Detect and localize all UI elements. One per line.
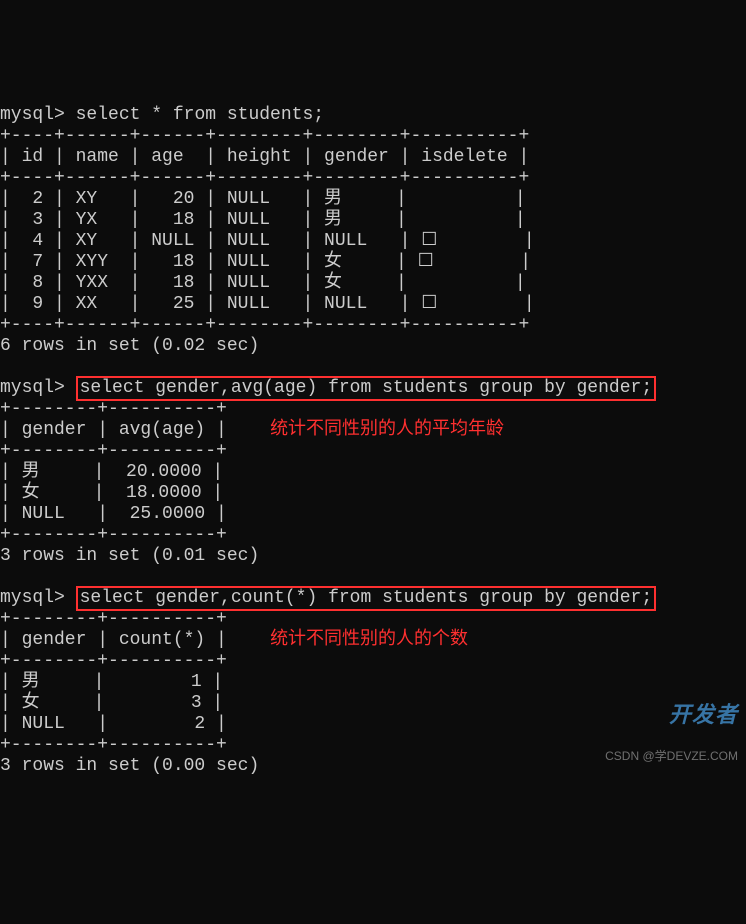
table3-row: | NULL | 2 | [0,714,227,734]
table1-row: | 2 | XY | 20 | NULL | 男 | | [0,189,526,209]
table1-sep: +----+------+------+--------+--------+--… [0,315,529,335]
table3-row: | 女 | 3 | [0,693,223,713]
table2-sep: +--------+----------+ [0,441,227,461]
query-3-highlight: select gender,count(*) from students gro… [76,586,657,611]
query-2[interactable]: select gender,avg(age) from students gro… [80,378,653,398]
table1-row: | 4 | XY | NULL | NULL | NULL | ☐ | [0,231,535,251]
query-2-highlight: select gender,avg(age) from students gro… [76,376,657,401]
table2-row: | 女 | 18.0000 | [0,483,223,503]
query-1[interactable]: select * from students; [76,105,324,125]
table3-status: 3 rows in set (0.00 sec) [0,756,259,776]
table2-row: | 男 | 20.0000 | [0,462,223,482]
mysql-prompt: mysql> [0,588,65,608]
query-3[interactable]: select gender,count(*) from students gro… [80,588,653,608]
mysql-prompt: mysql> [0,105,65,125]
annotation-count: 统计不同性别的人的个数 [270,630,468,651]
table3-row: | 男 | 1 | [0,672,223,692]
table2-row: | NULL | 25.0000 | [0,504,227,524]
table3-header: | gender | count(*) | [0,630,227,650]
table3-sep: +--------+----------+ [0,651,227,671]
table2-sep: +--------+----------+ [0,525,227,545]
table2-header: | gender | avg(age) | [0,420,227,440]
table1-header: | id | name | age | height | gender | is… [0,147,529,167]
watermark-sub: CSDN @学DEVZE.COM [605,749,738,763]
table1-row: | 8 | YXX | 18 | NULL | 女 | | [0,273,526,293]
table1-row: | 9 | XX | 25 | NULL | NULL | ☐ | [0,294,535,314]
table2-sep: +--------+----------+ [0,399,227,419]
watermark-brand: 开发者 [598,704,738,725]
watermark: 开发者 CSDN @学DEVZE.COM [598,662,738,767]
table3-sep: +--------+----------+ [0,735,227,755]
table1-sep: +----+------+------+--------+--------+--… [0,126,529,146]
table1-sep: +----+------+------+--------+--------+--… [0,168,529,188]
table1-row: | 7 | XYY | 18 | NULL | 女 | ☐ | [0,252,531,272]
mysql-prompt: mysql> [0,378,65,398]
table2-status: 3 rows in set (0.01 sec) [0,546,259,566]
table3-sep: +--------+----------+ [0,609,227,629]
table1-status: 6 rows in set (0.02 sec) [0,336,259,356]
table1-row: | 3 | YX | 18 | NULL | 男 | | [0,210,526,230]
annotation-avg: 统计不同性别的人的平均年龄 [270,420,504,441]
